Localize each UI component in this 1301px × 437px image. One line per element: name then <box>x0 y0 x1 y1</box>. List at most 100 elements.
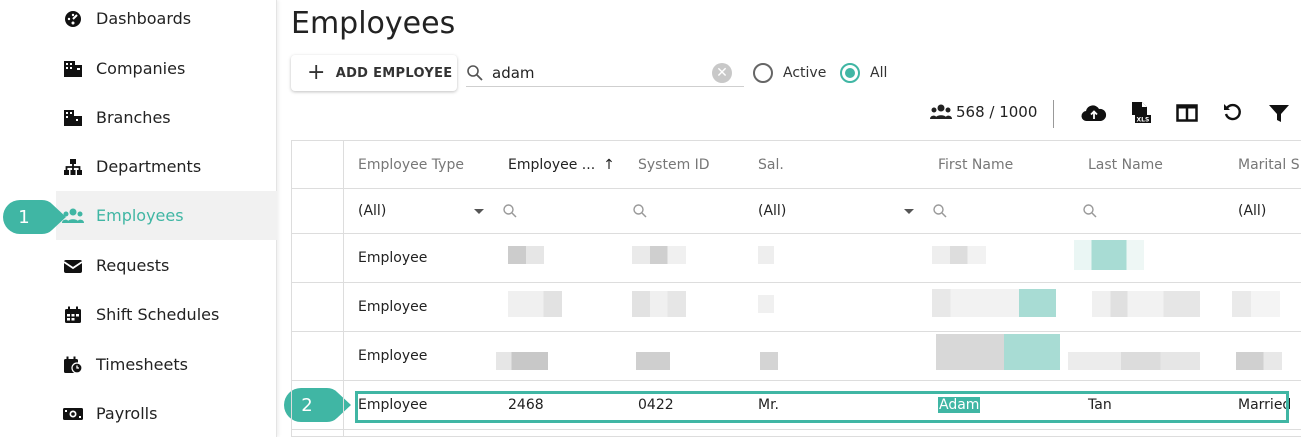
filter-icon[interactable] <box>1266 100 1292 126</box>
sidebar-item-departments[interactable]: Departments <box>56 142 277 191</box>
columns-icon[interactable] <box>1174 100 1200 126</box>
sidebar-item-employees[interactable]: Employees <box>56 191 277 240</box>
sidebar-item-timesheets[interactable]: Timesheets <box>56 340 277 389</box>
header-employee-type[interactable]: Employee Type <box>358 141 464 188</box>
search-box: ✕ <box>466 59 744 87</box>
table-row[interactable]: Employee 2468 0422 Mr. Adam Tan Married <box>292 381 1301 430</box>
cell-employee-id: 2468 <box>508 397 544 413</box>
redacted-value <box>936 334 1060 370</box>
svg-text:XLS: XLS <box>1137 117 1150 124</box>
filter-employee-type-select[interactable]: (All) <box>358 189 484 233</box>
sidebar-item-label: Companies <box>96 59 186 78</box>
filter-active-radio[interactable]: Active <box>753 63 826 83</box>
sidebar-item-requests[interactable]: Requests <box>56 241 277 290</box>
header-first-name[interactable]: First Name <box>938 141 1013 188</box>
filter-all-label: All <box>870 65 888 81</box>
radio-unchecked-icon <box>753 63 773 83</box>
redacted-value <box>1074 240 1144 270</box>
export-excel-icon[interactable]: XLS <box>1128 100 1154 126</box>
cell-marital-status: Married <box>1238 397 1292 413</box>
redacted-value <box>1232 291 1280 317</box>
filter-all-radio[interactable]: All <box>840 63 887 83</box>
sidebar-item-label: Branches <box>96 108 171 127</box>
redacted-value <box>1068 352 1200 370</box>
filter-employee-id-search-icon[interactable] <box>502 189 518 233</box>
cell-employee-type: Employee <box>358 250 428 266</box>
filter-system-id-search-icon[interactable] <box>632 189 648 233</box>
add-employee-label: ADD EMPLOYEE <box>335 65 453 81</box>
header-salutation[interactable]: Sal. <box>758 141 784 188</box>
redacted-value <box>632 291 686 317</box>
cloud-upload-icon[interactable] <box>1081 100 1107 126</box>
calendar-icon <box>62 304 84 326</box>
sidebar-item-label: Shift Schedules <box>96 305 220 324</box>
radio-checked-icon <box>840 63 860 83</box>
filter-salutation-value: (All) <box>758 203 787 219</box>
sidebar-item-shift-schedules[interactable]: Shift Schedules <box>56 290 277 339</box>
redacted-value <box>932 289 1056 317</box>
cell-employee-type: Employee <box>358 299 428 315</box>
sidebar-item-label: Payrolls <box>96 404 158 423</box>
sidebar-item-label: Employees <box>96 206 184 225</box>
search-match-highlight: Adam <box>938 397 981 413</box>
users-icon <box>930 104 952 120</box>
requests-icon <box>62 255 84 277</box>
redacted-value <box>1092 291 1200 317</box>
sidebar-item-dashboards[interactable]: Dashboards <box>56 0 277 43</box>
redacted-value <box>636 352 670 370</box>
redacted-value <box>508 246 544 264</box>
grid-filter-row: (All) (All) (All) <box>292 189 1301 234</box>
payroll-icon <box>62 403 84 425</box>
page-title: Employees <box>291 6 456 41</box>
add-employee-button[interactable]: + ADD EMPLOYEE <box>291 55 457 91</box>
header-last-name[interactable]: Last Name <box>1088 141 1163 188</box>
companies-icon <box>62 58 84 80</box>
cell-first-name: Adam <box>938 381 981 429</box>
filter-marital-value: (All) <box>1238 203 1267 219</box>
record-count: 568 / 1000 <box>930 103 1037 121</box>
header-system-id[interactable]: System ID <box>638 141 710 188</box>
record-count-text: 568 / 1000 <box>956 103 1038 121</box>
sidebar-item-companies[interactable]: Companies <box>56 44 277 93</box>
sidebar-item-label: Requests <box>96 256 170 275</box>
sidebar-item-branches[interactable]: Branches <box>56 93 277 142</box>
filter-active-label: Active <box>783 65 827 81</box>
cell-last-name: Tan <box>1088 397 1112 413</box>
header-employee-id[interactable]: Employee ... ↑ <box>508 141 615 188</box>
chevron-down-icon <box>474 208 484 214</box>
search-input[interactable] <box>492 63 712 82</box>
cell-salutation: Mr. <box>758 397 779 413</box>
redacted-value <box>758 295 774 313</box>
filter-last-name-search-icon[interactable] <box>1082 189 1098 233</box>
grid-header-row: Employee Type Employee ... ↑ System ID S… <box>292 141 1301 189</box>
departments-icon <box>62 156 84 178</box>
table-row[interactable]: Employee <box>292 283 1301 332</box>
plus-icon: + <box>307 60 326 85</box>
redacted-value <box>932 246 986 264</box>
chevron-down-icon <box>904 208 914 214</box>
filter-salutation-select[interactable]: (All) <box>758 189 914 233</box>
redacted-value <box>496 352 548 370</box>
redacted-value <box>1236 352 1282 370</box>
search-icon <box>466 64 484 82</box>
table-row[interactable]: Employee <box>292 332 1301 381</box>
toolbar-divider <box>1053 100 1054 128</box>
sidebar-item-label: Departments <box>96 157 202 176</box>
cell-system-id: 0422 <box>638 397 674 413</box>
table-row[interactable]: Employee <box>292 234 1301 283</box>
filter-marital-select[interactable]: (All) <box>1238 189 1266 233</box>
redacted-value <box>508 291 562 317</box>
redacted-value <box>632 246 686 264</box>
timesheet-icon <box>62 354 84 376</box>
sidebar-item-payrolls[interactable]: Payrolls <box>56 389 277 437</box>
step-callout-1: 1 <box>2 199 68 235</box>
redacted-value <box>760 352 778 370</box>
filter-first-name-search-icon[interactable] <box>932 189 948 233</box>
sidebar-item-label: Timesheets <box>96 355 188 374</box>
cell-employee-type: Employee <box>358 397 428 413</box>
redacted-value <box>758 246 774 264</box>
cell-employee-type: Employee <box>358 348 428 364</box>
refresh-icon[interactable] <box>1220 100 1246 126</box>
header-marital-status[interactable]: Marital S <box>1238 141 1300 188</box>
clear-search-icon[interactable]: ✕ <box>712 63 732 83</box>
